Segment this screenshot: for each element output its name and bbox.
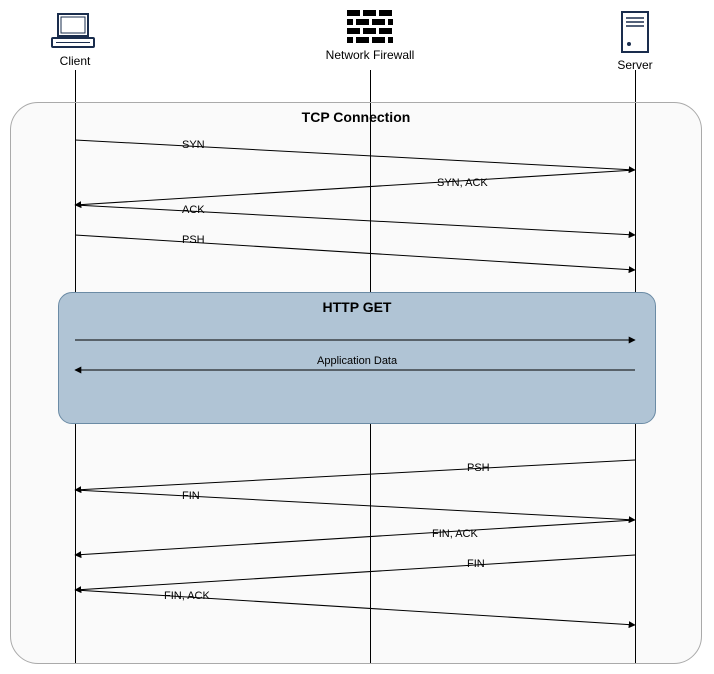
client-icon bbox=[50, 10, 100, 50]
frame-tcp-title: TCP Connection bbox=[11, 109, 701, 125]
msg-syn-ack: SYN, ACK bbox=[435, 177, 490, 189]
msg-fin2: FIN bbox=[465, 558, 487, 570]
msg-fin-ack2: FIN, ACK bbox=[162, 590, 212, 602]
msg-ack: ACK bbox=[180, 204, 207, 216]
actor-firewall: Network Firewall bbox=[310, 10, 430, 62]
msg-fin1: FIN bbox=[180, 490, 202, 502]
server-icon bbox=[620, 10, 650, 54]
msg-fin-ack1: FIN, ACK bbox=[430, 528, 480, 540]
msg-app-data: Application Data bbox=[315, 355, 399, 367]
actor-client-label: Client bbox=[15, 54, 135, 68]
msg-psh2: PSH bbox=[465, 462, 492, 474]
actor-server: Server bbox=[575, 10, 695, 72]
msg-psh1: PSH bbox=[180, 234, 207, 246]
frame-http-title: HTTP GET bbox=[59, 299, 655, 315]
msg-syn: SYN bbox=[180, 139, 207, 151]
actor-client: Client bbox=[15, 10, 135, 68]
sequence-diagram: Client Network Firewall Server TCP Conne… bbox=[10, 10, 704, 664]
firewall-icon bbox=[347, 10, 393, 44]
actor-firewall-label: Network Firewall bbox=[310, 48, 430, 62]
